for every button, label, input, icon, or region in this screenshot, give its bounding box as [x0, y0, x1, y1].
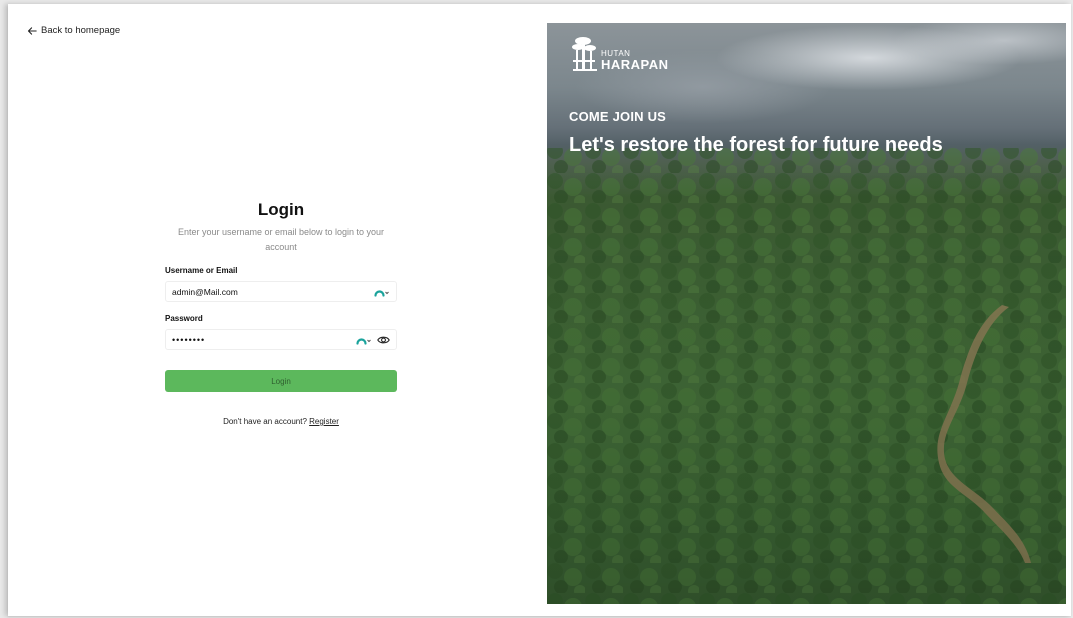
- register-prompt-text: Don't have an account?: [223, 417, 307, 426]
- username-field[interactable]: [165, 281, 397, 302]
- login-title: Login: [257, 200, 305, 219]
- password-label: Password: [165, 314, 203, 323]
- hero-eyebrow: COME JOIN US: [569, 109, 667, 124]
- hero-headline: Let's restore the forest for future need…: [569, 134, 943, 156]
- password-manager-icon[interactable]: [356, 335, 372, 345]
- login-button[interactable]: Login: [165, 370, 397, 392]
- password-manager-icon[interactable]: [374, 287, 390, 297]
- back-link-label: Back to homepage: [41, 25, 121, 36]
- login-form: Login Enter your username or email below…: [165, 200, 397, 426]
- register-link[interactable]: Register: [309, 417, 339, 426]
- password-field[interactable]: [165, 329, 397, 350]
- hutan-harapan-logo: HUTAN HARAPAN: [571, 36, 669, 72]
- username-label: Username or Email: [165, 266, 238, 275]
- page-frame: Back to homepage Login Enter your userna…: [8, 4, 1071, 616]
- arrow-left-icon: [27, 26, 37, 35]
- password-input[interactable]: [172, 334, 352, 345]
- tree-logo-icon: [572, 37, 597, 71]
- register-prompt: Don't have an account? Register: [165, 417, 397, 426]
- show-password-eye-icon[interactable]: [377, 335, 390, 345]
- back-to-homepage-link[interactable]: Back to homepage: [27, 25, 120, 36]
- login-subtitle: Enter your username or email below to lo…: [177, 227, 385, 252]
- username-input[interactable]: [172, 286, 370, 297]
- brand-name-large: HARAPAN: [601, 57, 669, 72]
- hero-panel: HUTAN HARAPAN COME JOIN US Let's restore…: [547, 23, 1066, 604]
